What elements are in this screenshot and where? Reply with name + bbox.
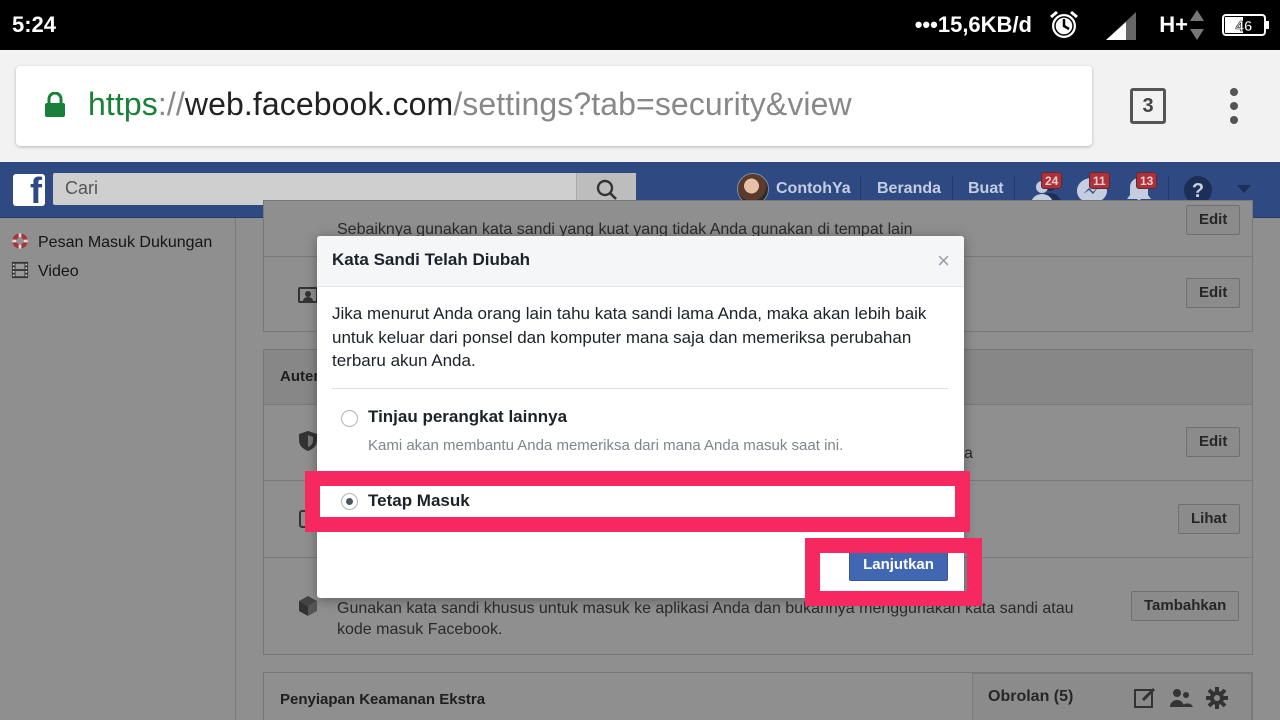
- dialog-header: Kata Sandi Telah Diubah ×: [317, 236, 964, 287]
- group-chat-icon[interactable]: [1169, 686, 1193, 710]
- view-button[interactable]: Lihat: [1178, 504, 1240, 534]
- review-devices-description: Kami akan membantu Anda memeriksa dari m…: [368, 437, 844, 454]
- nav-divider: [1168, 176, 1169, 202]
- sidebar-item-support-inbox[interactable]: Pesan Masuk Dukungan: [10, 232, 212, 252]
- url-separator: ://: [157, 86, 185, 122]
- compose-icon[interactable]: [1133, 686, 1157, 710]
- dialog-divider: [332, 388, 948, 389]
- more-options-icon[interactable]: [1222, 86, 1246, 126]
- notifications-badge: 13: [1136, 172, 1158, 189]
- id-card-icon: [298, 287, 318, 303]
- profile-name: ContohYa: [776, 180, 851, 197]
- network-type: H+: [1159, 12, 1188, 37]
- network-speed: •••15,6KB/d: [914, 12, 1032, 37]
- url-scheme: https: [88, 86, 158, 122]
- search-icon: [596, 179, 617, 200]
- app-box-icon: [299, 596, 317, 616]
- nav-divider: [1014, 176, 1015, 202]
- lock-icon: [45, 92, 65, 117]
- browser-toolbar: https://web.facebook.com/settings?tab=se…: [0, 50, 1280, 162]
- section-title-extra: Penyiapan Keamanan Ekstra: [280, 691, 486, 708]
- signal-icon: [1106, 12, 1136, 40]
- edit-auth-button[interactable]: Edit: [1186, 427, 1241, 457]
- lifebuoy-icon: [12, 233, 28, 249]
- messages-badge: 11: [1089, 172, 1110, 189]
- add-button[interactable]: Tambahkan: [1131, 591, 1240, 621]
- edit-password-button[interactable]: Edit: [1186, 205, 1241, 235]
- tab-switcher-button[interactable]: 3: [1130, 88, 1166, 124]
- url-host: web.facebook.com: [184, 86, 454, 122]
- address-bar[interactable]: https://web.facebook.com/settings?tab=se…: [16, 66, 1092, 146]
- close-icon[interactable]: ×: [937, 250, 950, 272]
- network-speed-value: 15,6KB/d: [937, 12, 1032, 37]
- left-sidebar: Pesan Masuk Dukungan Video: [0, 218, 236, 720]
- search-placeholder: Cari: [65, 178, 99, 198]
- url-text[interactable]: https://web.facebook.com/settings?tab=se…: [88, 86, 852, 123]
- data-activity-icon: [1190, 10, 1204, 40]
- dialog-title: Kata Sandi Telah Diubah: [332, 250, 531, 269]
- sidebar-item-label: Video: [38, 263, 79, 280]
- sidebar-item-video[interactable]: Video: [10, 261, 79, 281]
- battery-level: 46: [1236, 18, 1253, 35]
- chat-label: Obrolan (5): [988, 688, 1074, 705]
- highlight-stay-logged-in: [305, 471, 970, 532]
- nav-divider: [860, 176, 861, 202]
- facebook-logo[interactable]: f: [13, 174, 45, 206]
- url-path: /settings?tab=security&view: [453, 86, 852, 122]
- friend-requests-badge: 24: [1041, 172, 1063, 189]
- edit-button[interactable]: Edit: [1186, 278, 1241, 308]
- gear-icon[interactable]: [1205, 686, 1229, 710]
- highlight-continue-button: [805, 538, 982, 606]
- chevron-down-icon[interactable]: [1234, 182, 1254, 196]
- app-password-text: Gunakan kata sandi khusus untuk masuk ke…: [337, 600, 1074, 638]
- svg-text:?: ?: [1192, 180, 1204, 202]
- shield-icon: [299, 431, 317, 451]
- nav-divider: [952, 176, 953, 202]
- battery-icon: 46: [1222, 14, 1269, 36]
- review-devices-label[interactable]: Tinjau perangkat lainnya: [368, 407, 567, 427]
- film-icon: [11, 261, 29, 279]
- create-link[interactable]: Buat: [968, 180, 1004, 198]
- status-bar: 5:24 •••15,6KB/d H+ 46: [0, 0, 1280, 50]
- review-devices-radio[interactable]: [341, 410, 358, 427]
- home-link[interactable]: Beranda: [877, 180, 941, 198]
- dialog-message: Jika menurut Anda orang lain tahu kata s…: [332, 304, 927, 370]
- alarm-icon: [1050, 10, 1078, 38]
- sidebar-item-label: Pesan Masuk Dukungan: [38, 234, 213, 251]
- chat-sidebar-tab[interactable]: Obrolan (5): [972, 673, 1252, 720]
- clock: 5:24: [12, 12, 57, 37]
- row-trailing-text: a: [964, 445, 973, 462]
